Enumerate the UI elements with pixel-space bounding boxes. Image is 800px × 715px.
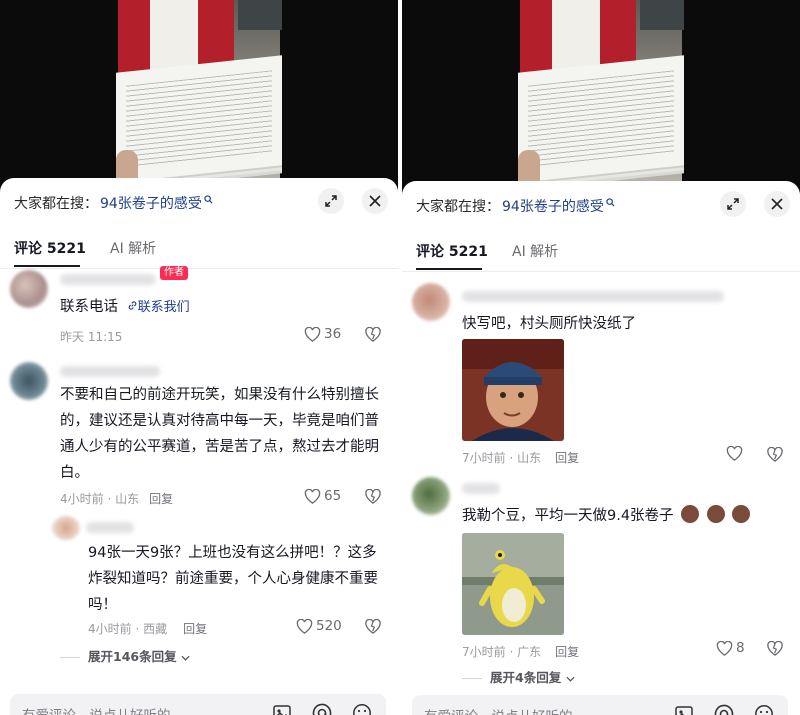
comment-sheet: 大家都在搜： 94张卷子的感受 评论 5221 AI 解析 快写吧，村头厕所快没… (402, 181, 800, 715)
tab-ai-analysis[interactable]: AI 解析 (512, 241, 558, 261)
active-tab-indicator (416, 268, 482, 270)
reply-button[interactable]: 回复 (183, 622, 207, 636)
dislike-icon[interactable] (364, 619, 382, 634)
left-screenshot: 大家都在搜： 94张卷子的感受 评论 5221 AI 解析 作者 联系电话 联系… (0, 0, 398, 715)
comment-meta: 7小时前 · 广东 回复 (462, 645, 580, 659)
like-count: 36 (324, 326, 342, 342)
like-count: 8 (736, 640, 745, 656)
like-count: 520 (316, 618, 342, 634)
mention-icon[interactable] (714, 704, 734, 715)
link-icon (128, 301, 136, 310)
avatar[interactable] (10, 362, 48, 400)
comment-input-placeholder: 有爱评论，说点儿好听的 (424, 705, 573, 715)
meme-image[interactable] (462, 339, 564, 441)
search-icon (606, 197, 615, 207)
close-icon (369, 195, 381, 207)
avatar[interactable] (10, 270, 48, 308)
expand-replies-button[interactable]: 展开4条回复 (462, 667, 575, 686)
dislike-icon[interactable] (364, 327, 382, 342)
username-blurred[interactable] (60, 366, 160, 377)
yellow-creature-image (462, 533, 564, 635)
close-icon (771, 198, 783, 210)
avatar[interactable] (412, 283, 450, 321)
search-term[interactable]: 94张卷子的感受 (100, 193, 202, 213)
meme-man-image (462, 339, 564, 441)
username-blurred[interactable] (60, 274, 156, 285)
comment-tabs: 评论 5221 AI 解析 (0, 232, 398, 269)
like-button[interactable]: 36 (304, 326, 341, 342)
comment-text: 快写吧，村头厕所快没纸了 (462, 316, 636, 332)
laugh-emoji-icon (681, 505, 700, 523)
close-button[interactable] (362, 188, 388, 214)
close-button[interactable] (764, 191, 790, 217)
video-player[interactable] (0, 0, 398, 190)
video-player[interactable] (402, 0, 800, 190)
comment-input[interactable]: 有爱评论，说点儿好听的 (10, 694, 386, 715)
comment-time: 昨天 11:15 (60, 330, 123, 344)
image-icon[interactable] (272, 703, 292, 715)
comment-text: 94张一天9张？上班也没有这么拼吧！？这多炸裂知道吗？前途重要，个人心身健康不重… (88, 545, 378, 613)
comment-meta: 7小时前 · 山东 回复 (462, 451, 580, 465)
search-suggestion[interactable]: 大家都在搜： 94张卷子的感受 (416, 195, 615, 217)
like-button[interactable]: 8 (716, 640, 745, 656)
avatar[interactable] (52, 516, 80, 540)
exam-paper-stack (518, 55, 684, 183)
expand-icon (325, 195, 337, 207)
chevron-down-icon (181, 655, 190, 661)
tab-comments[interactable]: 评论 5221 (416, 241, 488, 261)
reply-button[interactable]: 回复 (555, 645, 579, 659)
comment-text: 不要和自己的前途开玩笑，如果没有什么特别擅长的，建议还是认真对待高中每一天，毕竟… (60, 387, 379, 481)
expand-button[interactable] (318, 188, 344, 214)
dislike-icon[interactable] (364, 489, 382, 504)
comment-text: 我勒个豆，平均一天做9.4张卷子 (462, 503, 788, 529)
search-icon (204, 194, 213, 204)
username-blurred[interactable] (86, 522, 134, 533)
active-tab-indicator (14, 265, 80, 267)
search-prefix: 大家都在搜： (416, 199, 500, 215)
meme-image[interactable] (462, 533, 564, 635)
heart-icon (716, 640, 733, 656)
mention-icon[interactable] (312, 703, 332, 715)
reply-button[interactable]: 回复 (149, 492, 173, 506)
laugh-emoji-icon (732, 505, 751, 523)
avatar[interactable] (412, 477, 450, 515)
like-button[interactable]: 520 (296, 618, 342, 634)
comment-meta: 4小时前 · 西藏 回复 (88, 622, 208, 636)
like-button[interactable] (726, 446, 746, 461)
heart-icon (296, 618, 313, 634)
username-blurred[interactable] (462, 291, 724, 302)
reply-button[interactable]: 回复 (555, 451, 579, 465)
like-button[interactable]: 65 (304, 488, 341, 504)
right-screenshot: 大家都在搜： 94张卷子的感受 评论 5221 AI 解析 快写吧，村头厕所快没… (402, 0, 800, 715)
tab-comments[interactable]: 评论 5221 (14, 238, 86, 258)
comment-input[interactable]: 有爱评论，说点儿好听的 (412, 695, 788, 715)
expand-icon (727, 198, 739, 210)
contact-link[interactable]: 联系我们 (127, 300, 190, 315)
heart-icon (304, 488, 321, 504)
comment-sheet: 大家都在搜： 94张卷子的感受 评论 5221 AI 解析 作者 联系电话 联系… (0, 178, 398, 715)
emoji-icon[interactable] (352, 703, 372, 715)
search-term[interactable]: 94张卷子的感受 (502, 196, 604, 216)
username-blurred[interactable] (462, 483, 500, 494)
comment-text: 联系电话 联系我们 (60, 299, 190, 315)
dislike-icon[interactable] (766, 447, 784, 462)
heart-icon (304, 326, 321, 342)
comment-tabs: 评论 5221 AI 解析 (402, 235, 800, 272)
comment-input-placeholder: 有爱评论，说点儿好听的 (22, 704, 171, 715)
expand-button[interactable] (720, 191, 746, 217)
search-suggestion[interactable]: 大家都在搜： 94张卷子的感受 (14, 192, 213, 214)
heart-icon (726, 446, 743, 461)
author-badge: 作者 (160, 266, 188, 280)
emoji-icon[interactable] (754, 704, 774, 715)
like-count: 65 (324, 488, 342, 504)
laugh-emoji-icon (706, 505, 725, 523)
comment-meta: 4小时前 · 山东 回复 (60, 492, 174, 506)
expand-replies-button[interactable]: 展开146条回复 (60, 646, 190, 665)
exam-paper-stack (116, 55, 282, 183)
dislike-icon[interactable] (766, 641, 784, 656)
image-icon[interactable] (674, 704, 694, 715)
tab-ai-analysis[interactable]: AI 解析 (110, 238, 156, 258)
chevron-down-icon (566, 676, 575, 682)
search-prefix: 大家都在搜： (14, 196, 98, 212)
